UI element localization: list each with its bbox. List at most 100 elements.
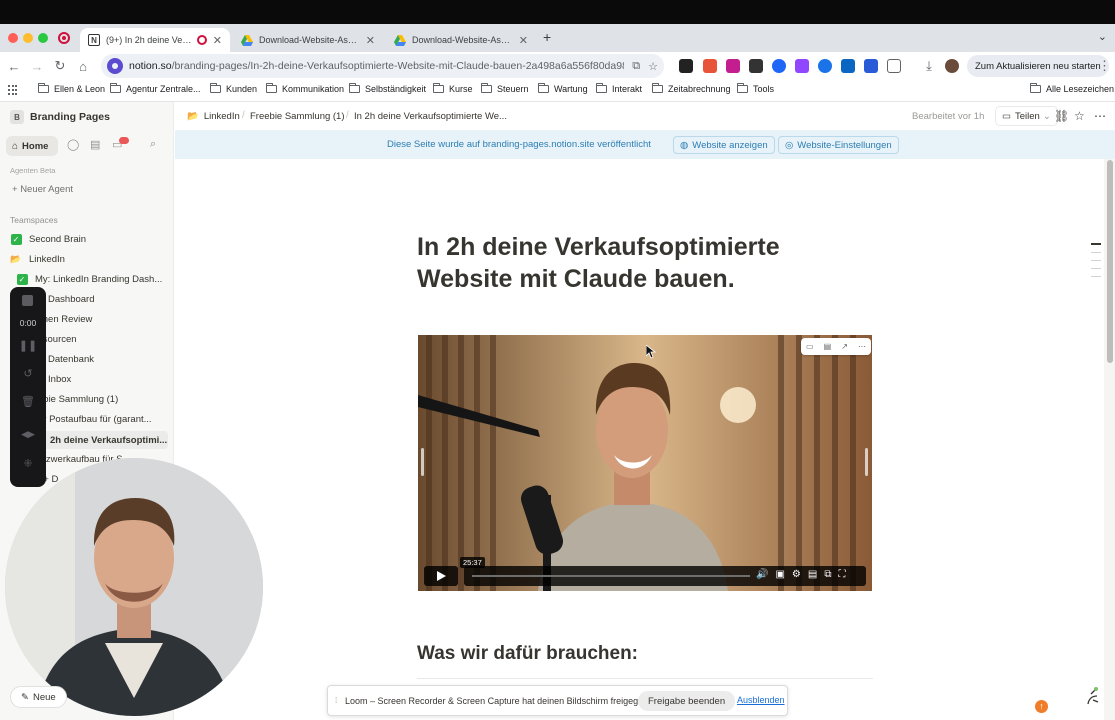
tab-download-assets-2[interactable]: Download-Website-Assets - … ✕ — [386, 28, 536, 52]
website-settings-button[interactable]: ◎ Website-Einstellungen — [778, 136, 899, 154]
open-external-icon[interactable]: ↗ — [841, 342, 848, 351]
restart-icon[interactable]: ↺ — [10, 367, 46, 380]
new-page-button[interactable]: ✎ Neue — [10, 686, 67, 708]
close-tab-icon[interactable]: ✕ — [519, 34, 528, 47]
address-bar[interactable]: notion.so/branding-pages/In-2h-deine-Ver… — [101, 54, 664, 78]
restart-to-update-button[interactable]: Zum Aktualisieren neu starten — [967, 55, 1109, 77]
settings-icon[interactable]: ⚙ — [792, 569, 801, 580]
bookmark-folder[interactable]: Ellen & Leon — [38, 83, 105, 94]
breadcrumb-freebie[interactable]: Freebie Sammlung (1) — [250, 111, 345, 122]
favorite-star-icon[interactable]: ☆ — [1074, 109, 1085, 123]
extension-icon[interactable] — [818, 59, 832, 73]
bookmark-folder[interactable]: Kurse — [433, 83, 473, 94]
share-button[interactable]: ▭ Teilen ⌄ — [995, 106, 1058, 126]
browser-menu-icon[interactable]: ⋮ — [1098, 58, 1111, 74]
update-badge-icon[interactable]: ↑ — [1035, 700, 1048, 713]
extension-icon[interactable] — [749, 59, 763, 73]
extension-icon[interactable] — [679, 59, 693, 73]
transcript-icon[interactable]: ▤ — [808, 569, 817, 580]
resize-handle-right[interactable] — [865, 448, 868, 476]
close-window-button[interactable] — [8, 33, 18, 43]
bookmark-star-icon[interactable]: ☆ — [648, 60, 658, 73]
reload-button[interactable]: ↻ — [51, 57, 69, 75]
breadcrumb-current[interactable]: In 2h deine Verkaufsoptimierte We... — [354, 111, 507, 122]
extension-icon[interactable] — [772, 59, 786, 73]
sidebar-item-current-page[interactable]: 2h deine Verkaufsoptimi... — [38, 431, 168, 449]
install-app-icon[interactable]: ⧉ — [632, 60, 640, 73]
sidebar-item-linkedin[interactable]: 📂 LinkedIn — [10, 254, 170, 265]
bookmark-folder[interactable]: Zeitabrechnung — [652, 83, 731, 94]
bookmark-folder[interactable]: Kunden — [210, 83, 257, 94]
sidebar-item-review[interactable]: chen Review — [38, 314, 173, 325]
bookmark-folder[interactable]: Kommunikation — [266, 83, 344, 94]
table-of-contents-rail[interactable] — [1091, 243, 1101, 284]
stop-recording-button[interactable] — [22, 295, 33, 306]
video-embed[interactable] — [418, 335, 872, 591]
sidebar-item-postaufbau[interactable]: er Postaufbau für (garant... — [38, 414, 173, 425]
bookmark-folder[interactable]: Tools — [737, 83, 774, 94]
resize-handle-left[interactable] — [421, 448, 424, 476]
extension-icon[interactable] — [864, 59, 878, 73]
bookmark-folder[interactable]: Selbständigkeit — [349, 83, 426, 94]
captions-icon[interactable]: ▣ — [775, 569, 784, 580]
extension-icon[interactable] — [726, 59, 740, 73]
search-icon[interactable]: ⌕ — [150, 138, 156, 151]
profile-avatar[interactable] — [945, 59, 959, 73]
new-agent-button[interactable]: + Neuer Agent — [12, 184, 73, 195]
sidebar-item-datenbank[interactable]: st Datenbank — [38, 354, 173, 365]
tab-notion-page[interactable]: N (9+) In 2h deine Verkaufs… ✕ — [80, 28, 230, 52]
page-title[interactable]: In 2h deine Verkaufsoptimierte Website m… — [417, 231, 817, 295]
fullscreen-icon[interactable]: ⛶ — [838, 569, 845, 580]
extension-icon[interactable] — [795, 59, 809, 73]
breadcrumb-linkedin[interactable]: 📂 LinkedIn — [187, 111, 240, 122]
sidebar-item-ressourcen[interactable]: ssourcen — [38, 334, 173, 345]
tab-search-chevron-icon[interactable]: ⌄ — [1098, 30, 1107, 43]
delete-icon[interactable]: 🗑 — [10, 395, 46, 408]
apps-grid-icon[interactable] — [8, 85, 18, 95]
home-button[interactable]: ⌂ Home — [6, 136, 58, 156]
scrollbar-thumb[interactable] — [1107, 160, 1113, 363]
webcam-bubble[interactable] — [5, 458, 263, 716]
sidebar-item-freebie-sammlung[interactable]: ebie Sammlung (1) — [38, 394, 173, 405]
bookmark-folder[interactable]: Wartung — [538, 83, 588, 94]
section-heading[interactable]: Was wir dafür brauchen: — [417, 643, 638, 665]
minimize-window-button[interactable] — [23, 33, 33, 43]
volume-icon[interactable]: 🔊 — [756, 569, 768, 580]
bookmark-folder[interactable]: Steuern — [481, 83, 529, 94]
more-options-icon[interactable]: ⋯ — [1094, 109, 1106, 123]
play-button[interactable] — [424, 566, 458, 586]
extension-icon[interactable] — [841, 59, 855, 73]
comment-icon[interactable]: ▭ — [806, 342, 814, 351]
pause-icon[interactable]: ❚❚ — [10, 339, 46, 352]
new-tab-button[interactable]: + — [543, 29, 551, 45]
site-info-icon[interactable] — [107, 58, 123, 74]
draw-icon[interactable]: ◀▶ — [10, 429, 46, 440]
tab-download-assets-1[interactable]: Download-Website-Assets - … ✕ — [233, 28, 383, 52]
extensions-puzzle-icon[interactable] — [887, 59, 901, 73]
extension-icon[interactable] — [703, 59, 717, 73]
bookmark-folder[interactable]: Agentur Zentrale... — [110, 83, 201, 94]
close-tab-icon[interactable]: ✕ — [213, 34, 222, 47]
view-website-button[interactable]: ◍ Website anzeigen — [673, 136, 775, 154]
hide-button[interactable]: Ausblenden — [737, 695, 785, 705]
sidebar-item-second-brain[interactable]: ✓ Second Brain — [10, 234, 170, 245]
close-tab-icon[interactable]: ✕ — [366, 34, 375, 47]
home-button[interactable]: ⌂ — [74, 57, 92, 75]
download-icon[interactable]: ⤓ — [920, 57, 938, 75]
caption-icon[interactable]: ▤ — [824, 342, 832, 351]
chat-icon[interactable]: ◯ — [67, 138, 79, 151]
stop-sharing-button[interactable]: Freigabe beenden — [638, 691, 736, 711]
maximize-window-button[interactable] — [38, 33, 48, 43]
workspace-switcher[interactable]: B Branding Pages — [10, 110, 110, 124]
copy-link-icon[interactable]: ⛓ — [1054, 109, 1069, 123]
more-icon[interactable]: ⋯ — [858, 342, 866, 351]
more-icon[interactable]: ⁜ — [10, 457, 46, 470]
drag-handle-icon[interactable]: ⁞ — [335, 696, 337, 705]
bookmark-folder[interactable]: Interakt — [596, 83, 642, 94]
notion-ai-icon[interactable] — [1085, 686, 1101, 706]
video-progress-bar[interactable] — [472, 575, 750, 577]
picture-in-picture-icon[interactable]: ⧉ — [824, 569, 831, 580]
all-bookmarks[interactable]: Alle Lesezeichen — [1030, 83, 1114, 94]
back-button[interactable]: ← — [5, 57, 23, 75]
forward-button[interactable]: → — [28, 57, 46, 75]
